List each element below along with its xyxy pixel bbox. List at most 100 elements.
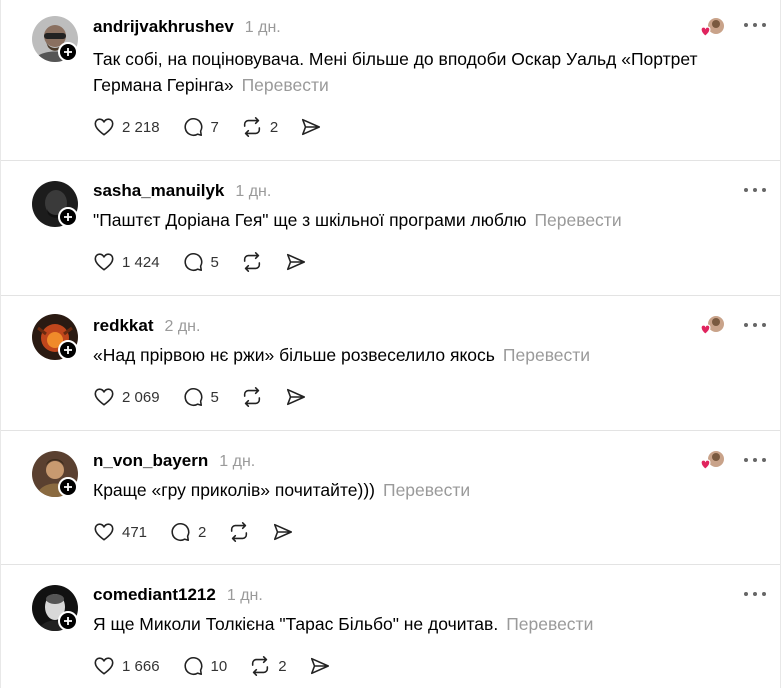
like-button[interactable]: 471 bbox=[93, 521, 147, 543]
repost-icon bbox=[243, 117, 261, 137]
like-count: 1 424 bbox=[122, 253, 160, 271]
send-icon bbox=[286, 253, 305, 271]
post-text-content: Так собі, на поціновувача. Мені більше д… bbox=[93, 49, 698, 95]
avatar[interactable] bbox=[32, 585, 78, 631]
share-button[interactable] bbox=[285, 386, 307, 408]
post-text-content: Краще «гру приколів» почитайте))) bbox=[93, 480, 375, 500]
heart-icon bbox=[94, 657, 114, 675]
translate-link[interactable]: Перевести bbox=[534, 210, 621, 230]
follow-button[interactable] bbox=[58, 42, 78, 62]
timestamp[interactable]: 1 дн. bbox=[227, 587, 263, 605]
username[interactable]: redkkat bbox=[93, 316, 153, 336]
share-button[interactable] bbox=[272, 521, 294, 543]
username[interactable]: comediant1212 bbox=[93, 585, 216, 605]
post-text: «Над прірвою нє ржи» більше розвеселило … bbox=[93, 342, 753, 368]
post-text-content: Я ще Миколи Толкієна "Тарас Більбо" не д… bbox=[93, 614, 499, 634]
timestamp[interactable]: 1 дн. bbox=[219, 453, 255, 471]
translate-link[interactable]: Перевести bbox=[503, 345, 590, 365]
reply-post: sasha_manuilyk 1 дн. "Паштєт Доріана Гея… bbox=[1, 161, 780, 296]
repost-icon bbox=[243, 387, 261, 407]
reply-button[interactable]: 5 bbox=[182, 386, 219, 408]
comment-icon bbox=[184, 118, 203, 137]
username[interactable]: n_von_bayern bbox=[93, 451, 208, 471]
like-button[interactable]: 1 424 bbox=[93, 251, 160, 273]
reply-post: andrijvakhrushev 1 дн. Так собі, на поці… bbox=[1, 0, 780, 161]
send-icon bbox=[286, 388, 305, 406]
post-text-content: "Паштєт Доріана Гея" ще з шкільної прогр… bbox=[93, 210, 527, 230]
post-text: "Паштєт Доріана Гея" ще з шкільної прогр… bbox=[93, 207, 753, 233]
follow-button[interactable] bbox=[58, 477, 78, 497]
reply-post: redkkat 2 дн. «Над прірвою нє ржи» більш… bbox=[1, 296, 780, 431]
send-icon bbox=[274, 523, 293, 541]
avatar[interactable] bbox=[32, 451, 78, 497]
like-button[interactable]: 1 666 bbox=[93, 655, 160, 677]
plus-icon bbox=[64, 346, 72, 354]
username[interactable]: andrijvakhrushev bbox=[93, 17, 234, 37]
liked-by-author-badge bbox=[699, 449, 725, 473]
share-button[interactable] bbox=[309, 655, 331, 677]
repost-button[interactable] bbox=[241, 386, 263, 408]
reply-post: n_von_bayern 1 дн. Краще «гру приколів» … bbox=[1, 431, 780, 565]
liked-by-author-badge bbox=[699, 314, 725, 338]
like-count: 471 bbox=[122, 523, 148, 541]
reply-post: comediant1212 1 дн. Я ще Миколи Толкієна… bbox=[1, 565, 780, 688]
more-options-button[interactable] bbox=[744, 22, 766, 28]
comment-icon bbox=[184, 388, 203, 407]
repost-count: 2 bbox=[278, 657, 287, 675]
post-text: Я ще Миколи Толкієна "Тарас Більбо" не д… bbox=[93, 611, 753, 637]
post-text-content: «Над прірвою нє ржи» більше розвеселило … bbox=[93, 345, 495, 365]
reply-button[interactable]: 10 bbox=[182, 655, 227, 677]
follow-button[interactable] bbox=[58, 340, 78, 360]
action-bar: 2 218 7 2 bbox=[93, 116, 344, 138]
translate-link[interactable]: Перевести bbox=[506, 614, 593, 634]
plus-icon bbox=[64, 483, 72, 491]
comment-icon bbox=[184, 657, 203, 676]
translate-link[interactable]: Перевести bbox=[242, 75, 329, 95]
more-options-button[interactable] bbox=[744, 457, 766, 463]
action-bar: 2 069 5 bbox=[93, 386, 329, 408]
like-count: 2 218 bbox=[122, 118, 160, 136]
repost-button[interactable] bbox=[241, 251, 263, 273]
reply-button[interactable]: 7 bbox=[182, 116, 219, 138]
avatar[interactable] bbox=[32, 181, 78, 227]
repost-button[interactable]: 2 bbox=[241, 116, 278, 138]
like-count: 1 666 bbox=[122, 657, 160, 675]
like-button[interactable]: 2 218 bbox=[93, 116, 160, 138]
follow-button[interactable] bbox=[58, 207, 78, 227]
plus-icon bbox=[64, 617, 72, 625]
translate-link[interactable]: Перевести bbox=[383, 480, 470, 500]
action-bar: 471 2 bbox=[93, 521, 316, 543]
timestamp[interactable]: 2 дн. bbox=[164, 318, 200, 336]
reply-count: 5 bbox=[210, 388, 219, 406]
timestamp[interactable]: 1 дн. bbox=[235, 183, 271, 201]
liked-by-author-badge bbox=[699, 16, 725, 40]
repost-button[interactable] bbox=[228, 521, 250, 543]
repost-button[interactable]: 2 bbox=[249, 655, 287, 677]
heart-icon bbox=[94, 118, 114, 136]
more-options-button[interactable] bbox=[744, 187, 766, 193]
more-options-button[interactable] bbox=[744, 322, 766, 328]
comment-icon bbox=[184, 253, 203, 272]
repost-icon bbox=[243, 252, 261, 272]
send-icon bbox=[302, 118, 321, 136]
share-button[interactable] bbox=[300, 116, 322, 138]
timestamp[interactable]: 1 дн. bbox=[245, 19, 281, 37]
reply-button[interactable]: 2 bbox=[169, 521, 206, 543]
more-options-button[interactable] bbox=[744, 591, 766, 597]
reply-count: 5 bbox=[210, 253, 219, 271]
repost-count: 2 bbox=[269, 118, 279, 136]
action-bar: 1 424 5 bbox=[93, 251, 329, 273]
username[interactable]: sasha_manuilyk bbox=[93, 181, 224, 201]
action-bar: 1 666 10 2 bbox=[93, 655, 353, 677]
heart-icon bbox=[94, 523, 114, 541]
avatar[interactable] bbox=[32, 16, 78, 62]
follow-button[interactable] bbox=[58, 611, 78, 631]
share-button[interactable] bbox=[285, 251, 307, 273]
replies-feed: andrijvakhrushev 1 дн. Так собі, на поці… bbox=[0, 0, 781, 688]
heart-icon bbox=[94, 253, 114, 271]
post-text: Краще «гру приколів» почитайте))) Перевес… bbox=[93, 477, 753, 503]
heart-icon bbox=[94, 388, 114, 406]
reply-button[interactable]: 5 bbox=[182, 251, 219, 273]
avatar[interactable] bbox=[32, 314, 78, 360]
like-button[interactable]: 2 069 bbox=[93, 386, 160, 408]
